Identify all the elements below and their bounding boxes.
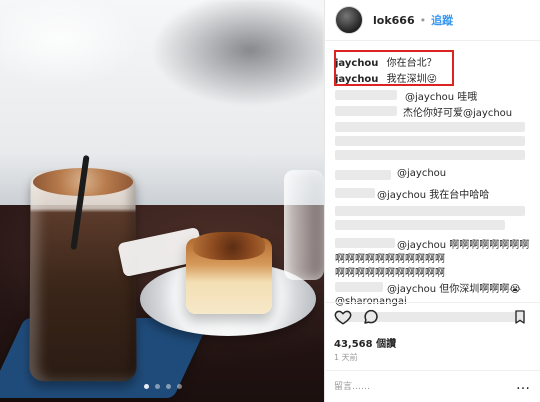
carousel-dot[interactable] [177,384,182,389]
avatar[interactable] [335,6,363,34]
carousel-dot[interactable] [166,384,171,389]
drink-glass [29,171,137,382]
instagram-post: lok666 • 追蹤 jaychou 你在台北？ jaychou 我在深圳😜 … [0,0,540,402]
carousel-dot[interactable] [155,384,160,389]
comment-icon[interactable] [362,308,380,326]
blurred-username [335,282,383,292]
heart-icon[interactable] [334,308,352,326]
blurred-username [335,106,397,116]
comment-line: 杰伦你好可爱@jaychou [403,108,513,119]
comment-line: @jaychou 哇哦 [405,92,478,103]
divider [324,302,540,303]
blurred-username [335,188,375,198]
comment-line: @jaychou 我在台中哈哈 [377,190,490,201]
carousel-dots[interactable] [144,384,182,389]
blurred-comment [335,136,525,146]
divider [324,370,540,371]
blurred-comment [335,150,525,160]
blurred-comment [335,220,505,230]
header-separator: • [419,13,427,27]
background-street [0,0,324,120]
username[interactable]: lok666 [373,14,415,27]
likes-count[interactable]: 43,568 個讚 [334,335,396,350]
more-options-icon[interactable]: … [516,377,530,393]
water-glass [284,170,324,280]
post-photo [0,0,324,402]
comment-input[interactable]: 留言…… [334,379,504,392]
bookmark-icon[interactable] [512,308,528,326]
comment-line: @jaychou 啊啊啊啊啊啊啊啊 [397,240,530,251]
comment-line: 啊啊啊啊啊啊啊啊啊啊啊 [335,254,445,265]
blurred-username [335,90,397,100]
blurred-username [335,238,395,248]
post-time: 1 天前 [334,353,358,362]
comment-line: @jaychou 但你深圳啊啊啊😭 [387,284,521,295]
carousel-dot[interactable] [144,384,149,389]
post-actions [334,308,534,330]
follow-button[interactable]: 追蹤 [431,12,453,28]
post-header: lok666 • 追蹤 [325,0,540,41]
cake-top [193,232,265,260]
blurred-username [335,170,391,180]
highlight-box [334,50,454,86]
comment-line: @jaychou [397,168,447,179]
blurred-comment [335,122,525,132]
blurred-comment [335,206,525,216]
comment-line: 啊啊啊啊啊啊啊啊啊啊啊 [335,268,445,279]
